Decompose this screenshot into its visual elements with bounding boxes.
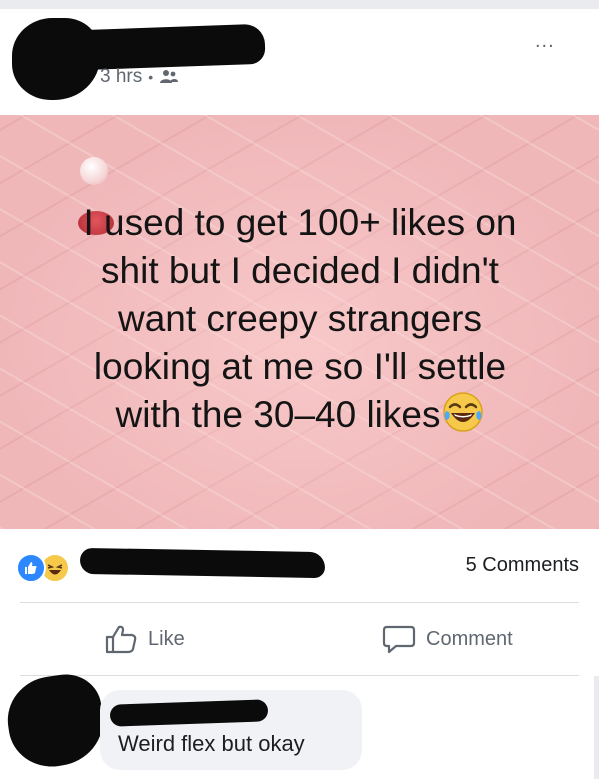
post-text-line: with the 30–40 likes bbox=[115, 394, 441, 435]
redacted-author-name[interactable] bbox=[19, 23, 266, 73]
like-label: Like bbox=[148, 627, 185, 650]
top-strip bbox=[0, 0, 599, 9]
post-text-line: shit but I decided I didn't bbox=[101, 250, 499, 291]
laughing-tears-icon bbox=[442, 391, 484, 433]
comment-label: Comment bbox=[426, 627, 513, 650]
reaction-icons[interactable] bbox=[16, 553, 70, 583]
scroll-edge bbox=[594, 676, 599, 779]
post-text: I used to get 100+ likes on shit but I d… bbox=[40, 199, 560, 439]
more-options-icon[interactable]: ... bbox=[535, 30, 555, 53]
like-button[interactable]: Like bbox=[104, 624, 185, 654]
post-meta: 3 hrs • bbox=[100, 66, 179, 88]
comment-button[interactable]: Comment bbox=[382, 624, 513, 654]
friends-icon bbox=[159, 69, 179, 85]
post-image[interactable]: I used to get 100+ likes on shit but I d… bbox=[0, 115, 599, 529]
post-text-line: want creepy strangers bbox=[117, 298, 482, 339]
meta-separator: • bbox=[148, 69, 154, 85]
divider bbox=[20, 602, 579, 603]
redacted-reactor-names[interactable] bbox=[79, 547, 326, 579]
like-icon bbox=[104, 624, 138, 654]
post-text-line-last: with the 30–40 likes bbox=[40, 391, 560, 439]
post-text-line: looking at me so I'll settle bbox=[93, 346, 507, 387]
post-text-line: I used to get 100+ likes on bbox=[83, 202, 517, 243]
divider bbox=[20, 675, 579, 676]
decorative-ball-icon bbox=[80, 157, 108, 185]
comment-icon bbox=[382, 624, 416, 654]
comment-text: Weird flex but okay bbox=[118, 731, 305, 756]
timestamp[interactable]: 3 hrs bbox=[100, 66, 142, 88]
comments-count[interactable]: 5 Comments bbox=[466, 554, 579, 577]
like-reaction-icon bbox=[16, 553, 46, 583]
redacted-commenter-avatar[interactable] bbox=[2, 669, 109, 773]
